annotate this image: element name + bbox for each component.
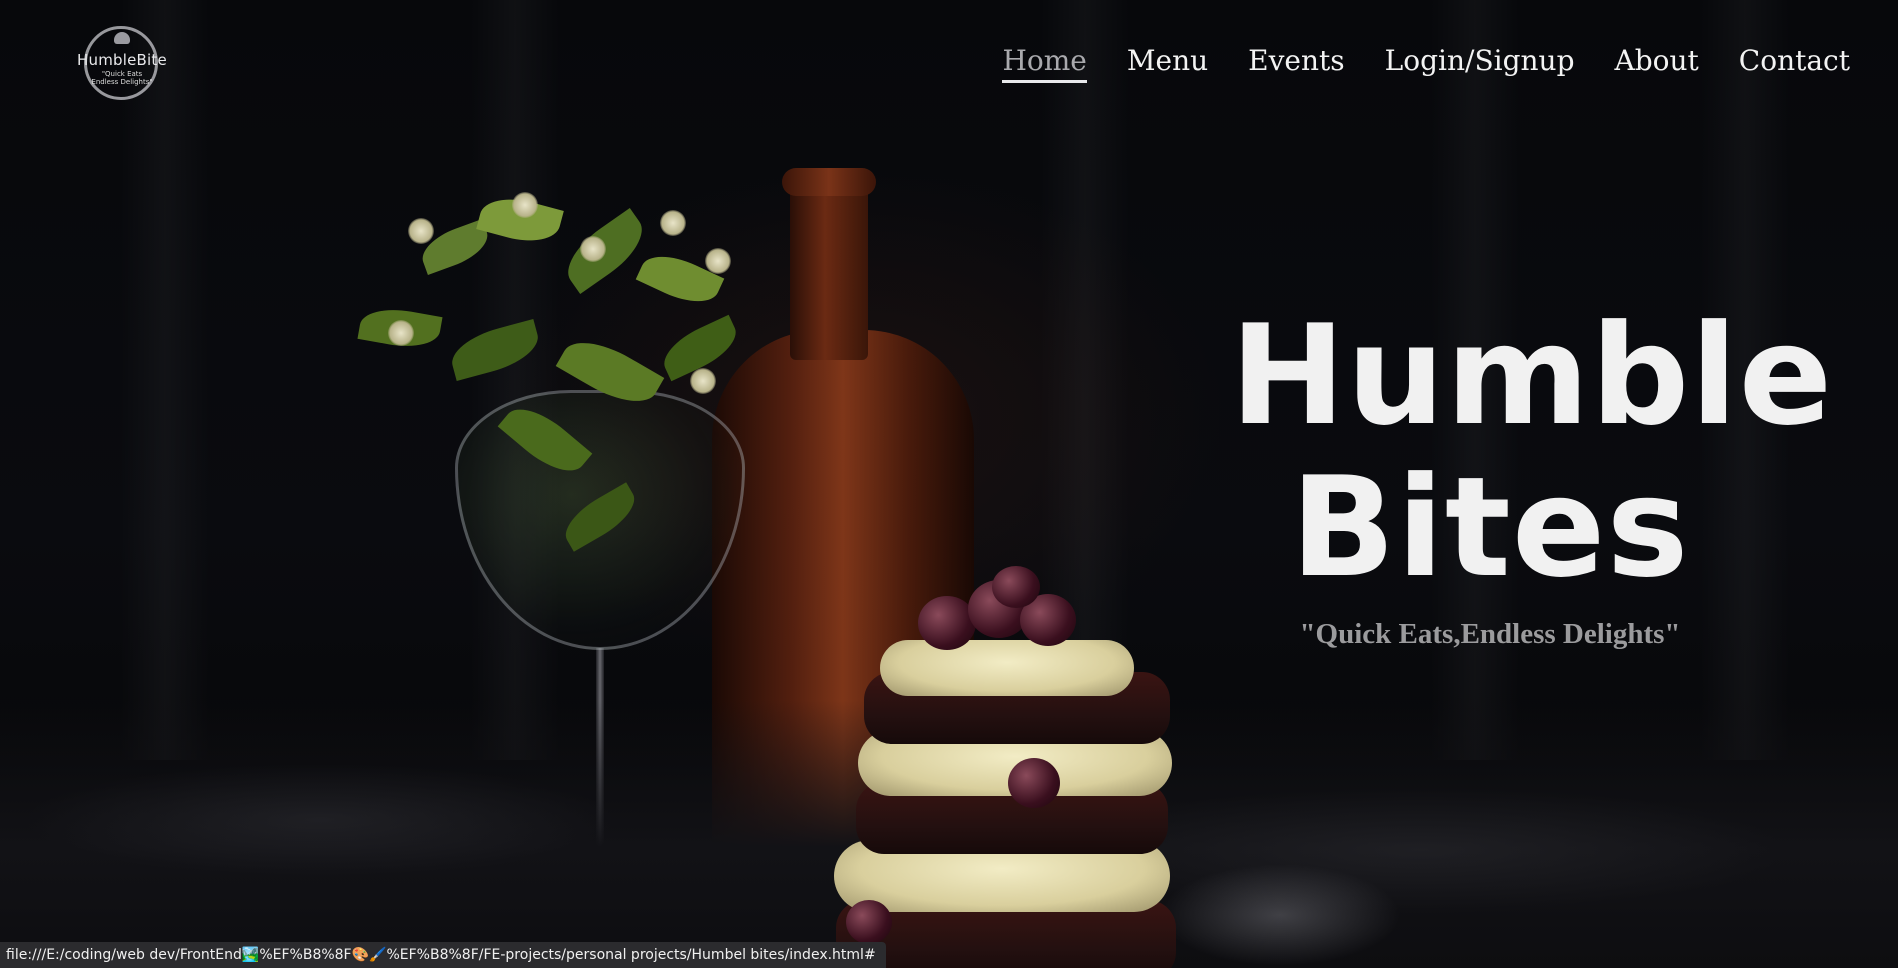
flower (408, 218, 434, 244)
logo[interactable]: HumbleBite "Quick Eats Endless Delights" (70, 26, 174, 100)
berry (1008, 758, 1060, 808)
nav-link-contact[interactable]: Contact (1739, 44, 1850, 83)
nav-link-login-signup[interactable]: Login/Signup (1385, 44, 1575, 83)
berry (846, 900, 892, 944)
nav-link-about[interactable]: About (1615, 44, 1699, 83)
cream-layer (880, 640, 1134, 696)
berry (992, 566, 1040, 608)
bottle-neck (790, 170, 868, 360)
hero-title: Humble Bites (1230, 295, 1834, 608)
powdered-sugar (1150, 860, 1410, 968)
flower (512, 192, 538, 218)
hero-title-line1: Humble (1230, 295, 1834, 456)
flower (705, 248, 731, 274)
flower (388, 320, 414, 346)
flower (690, 368, 716, 394)
browser-status-bar: file:///E:/coding/web dev/FrontEnd🏞️%EF%… (0, 942, 886, 968)
nav-link-menu[interactable]: Menu (1127, 44, 1208, 83)
drape-fold (120, 0, 210, 760)
nav-link-events[interactable]: Events (1248, 44, 1344, 83)
flower (580, 236, 606, 262)
logo-tagline: "Quick Eats Endless Delights" (91, 70, 153, 86)
main-nav: Home Menu Events Login/Signup About Cont… (1002, 44, 1850, 83)
drape-fold (470, 0, 560, 760)
nav-link-home[interactable]: Home (1002, 44, 1087, 83)
bottle-lip (782, 168, 876, 196)
hero-tagline: "Quick Eats,Endless Delights" (1299, 618, 1681, 650)
logo-text: HumbleBite (77, 51, 167, 69)
chef-hat-icon (114, 32, 130, 44)
hero-title-line2: Bites (1290, 447, 1690, 608)
flower (660, 210, 686, 236)
